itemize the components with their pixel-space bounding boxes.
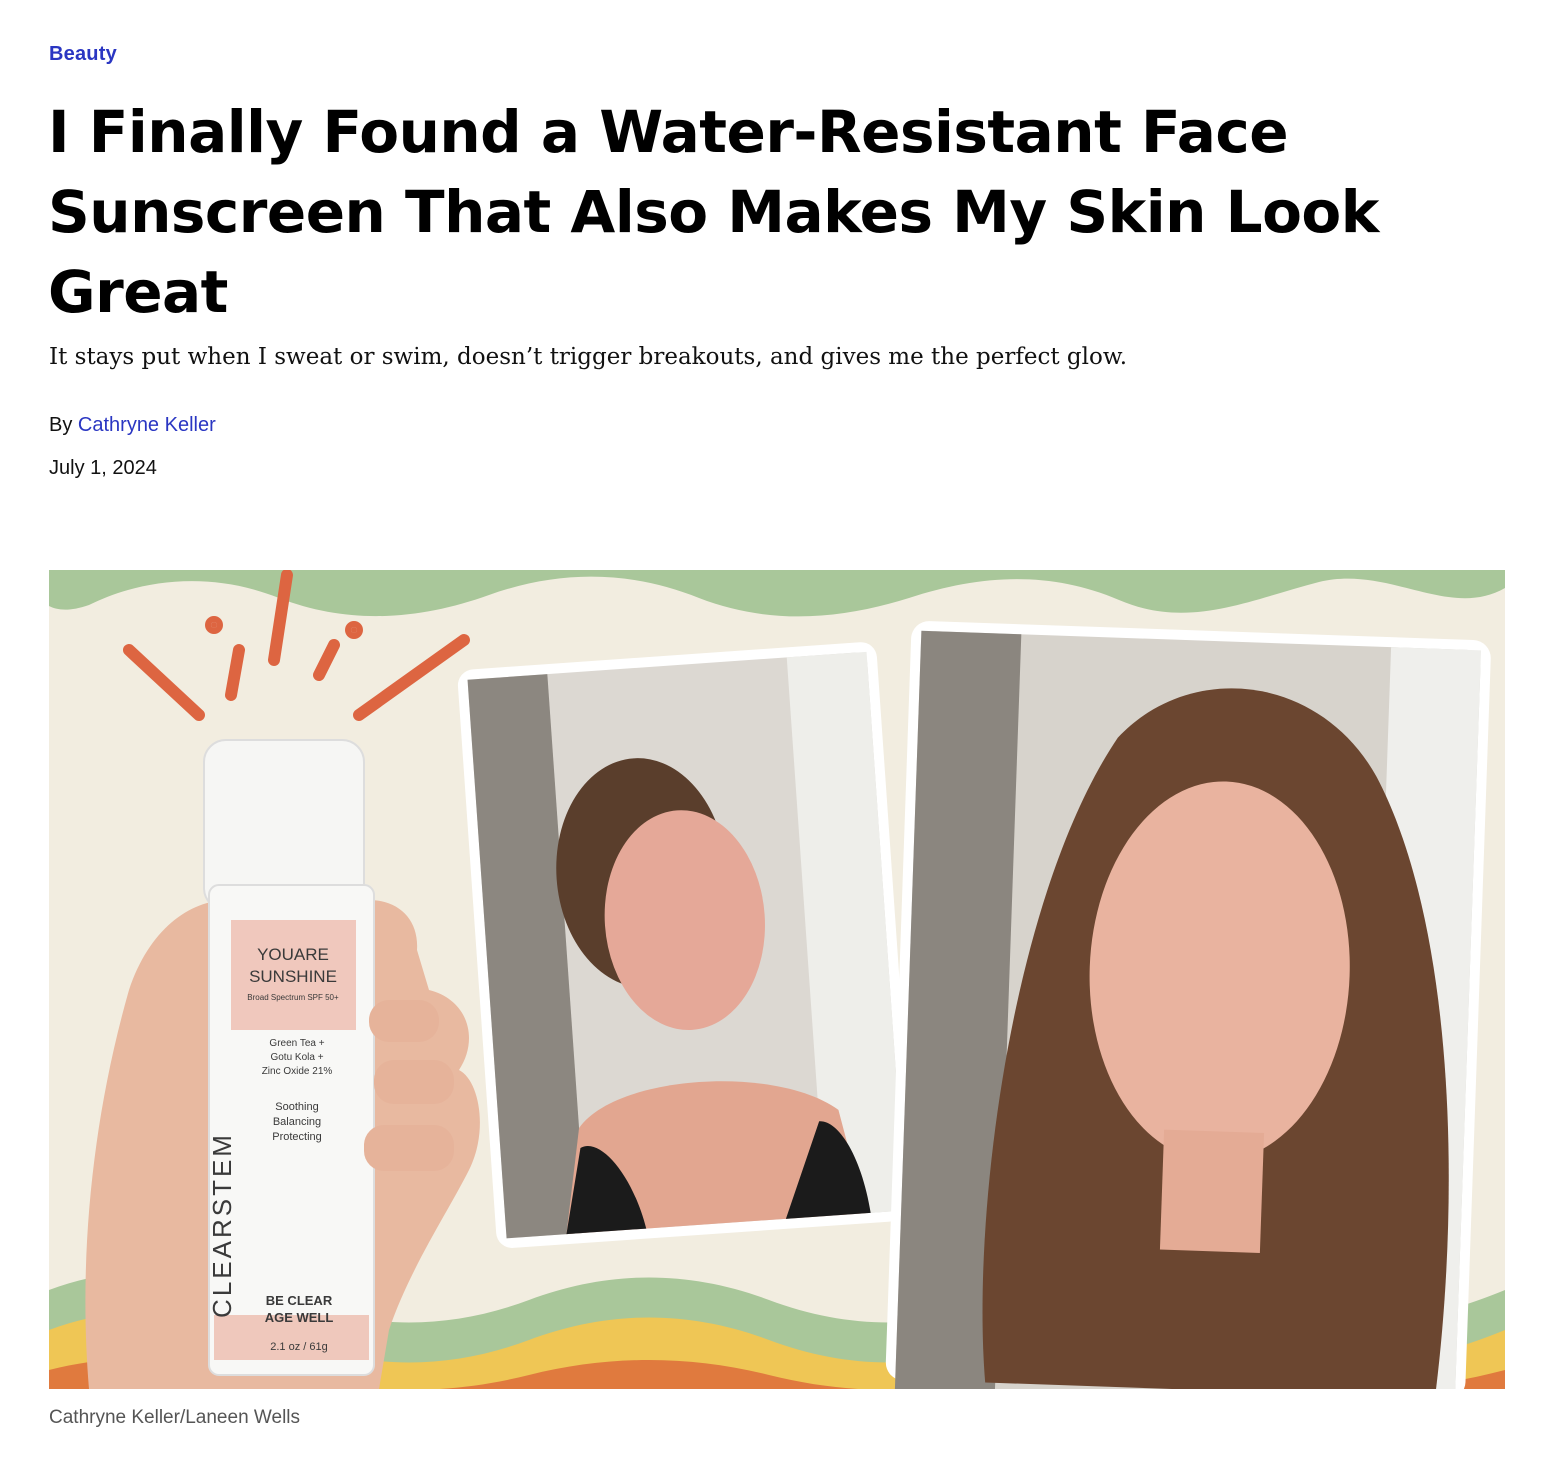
bottle-ben2: Balancing — [273, 1116, 321, 1128]
bottle-ing2: Gotu Kola + — [270, 1052, 323, 1063]
bottle-brand: CLEARSTEM — [207, 1132, 237, 1318]
bottle-ben1: Soothing — [275, 1101, 318, 1113]
before-photo — [457, 642, 916, 1248]
category-link[interactable]: Beauty — [49, 43, 117, 66]
article-headline: I Finally Found a Water-Resistant Face S… — [48, 98, 1379, 326]
bottle-ben3: Protecting — [272, 1131, 322, 1143]
bottle-spf: Broad Spectrum SPF 50+ — [247, 993, 339, 1002]
after-photo — [885, 621, 1491, 1389]
image-caption: Cathryne Keller/Laneen Wells — [49, 1407, 301, 1428]
bottle-line2: SUNSHINE — [249, 967, 337, 986]
bottle-ing1: Green Tea + — [269, 1038, 324, 1049]
hero-image: YOUARE SUNSHINE Broad Spectrum SPF 50+ G… — [49, 570, 1505, 1389]
author-link[interactable]: Cathryne Keller — [78, 414, 216, 436]
bottle-size: 2.1 oz / 61g — [270, 1341, 328, 1353]
bottle-tag1: BE CLEAR — [266, 1293, 333, 1308]
publish-date: July 1, 2024 — [49, 457, 157, 479]
bottle-tag2: AGE WELL — [265, 1310, 334, 1325]
byline-prefix: By — [49, 414, 73, 436]
article-dek: It stays put when I sweat or swim, doesn… — [49, 344, 1128, 370]
bottle-line1: YOUARE — [257, 945, 329, 964]
byline: By Cathryne Keller — [49, 414, 216, 437]
bottle-ing3: Zinc Oxide 21% — [262, 1066, 333, 1077]
